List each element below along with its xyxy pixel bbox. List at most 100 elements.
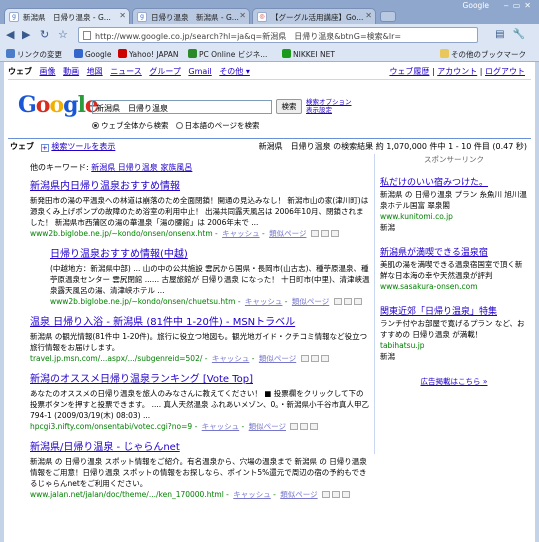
- google-favicon-icon: g: [137, 12, 147, 22]
- similar-link[interactable]: 類似ページ: [249, 422, 286, 431]
- remove-icon[interactable]: [310, 423, 319, 430]
- bookmark-item[interactable]: Google: [74, 49, 111, 59]
- new-tab-button[interactable]: [380, 11, 396, 22]
- advanced-search-link[interactable]: 検索オプション: [306, 98, 352, 106]
- address-bar[interactable]: http://www.google.co.jp/search?hl=ja&q=新…: [78, 27, 478, 43]
- page-content: ウェブ 画像 動画 地図 ニュース グループ Gmail その他 ▾ ウェブ履歴…: [0, 62, 539, 542]
- promote-icon[interactable]: [310, 355, 319, 362]
- gbar-news[interactable]: ニュース: [110, 67, 142, 76]
- comment-icon[interactable]: [300, 355, 309, 362]
- nikkei-icon: [282, 49, 291, 58]
- result-title[interactable]: 新潟のオススメ日帰り温泉ランキング [Vote Top]: [30, 373, 370, 386]
- promote-icon[interactable]: [332, 491, 341, 498]
- bookmark-label: リンクの変更: [17, 50, 62, 59]
- browser-chrome: g 新潟県 日帰り温泉 - G... ✕ g 日帰り温泉 新潟県 - G... …: [0, 0, 539, 62]
- window-title: Google: [462, 1, 489, 10]
- similar-link[interactable]: 類似ページ: [280, 490, 317, 499]
- logout-link[interactable]: ログアウト: [485, 67, 525, 76]
- tab-2[interactable]: g 日帰り温泉 新潟県 - G... ✕: [132, 8, 250, 24]
- remove-icon[interactable]: [320, 355, 329, 362]
- web-history-link[interactable]: ウェブ履歴: [389, 67, 429, 76]
- search-tools-link[interactable]: 検索ツールを表示: [51, 142, 115, 151]
- ad-text: 新潟県 の 日帰り温泉 プラン 糸魚川 旭川温泉ホテル国富 翠泉閣: [380, 190, 527, 210]
- cache-link[interactable]: キャッシュ: [245, 297, 283, 306]
- cache-link[interactable]: キャッシュ: [233, 490, 271, 499]
- result-title[interactable]: 温泉 日帰り入浴 - 新潟県 (81件中 1-20件) - MSNトラベル: [30, 316, 370, 329]
- close-icon[interactable]: ✕: [365, 11, 372, 20]
- google-logo[interactable]: Google: [18, 92, 99, 118]
- ad-title[interactable]: 関東近郊「日帰り温泉」特集: [380, 306, 528, 318]
- search-input[interactable]: 新潟県 日帰り温泉: [92, 100, 272, 114]
- sponsored-links: スポンサーリンク 私だけのいい宿みつけた。 新潟県 の 日帰り温泉 プラン 糸魚…: [380, 154, 528, 387]
- radio-ja-label: 日本語のページを検索: [184, 121, 260, 130]
- gbar-more[interactable]: その他 ▾: [219, 67, 250, 76]
- tab-3[interactable]: ◎ 【グーグル活用講座】Go... ✕: [252, 8, 376, 24]
- google-favicon-icon: g: [9, 12, 19, 22]
- similar-link[interactable]: 類似ページ: [292, 297, 329, 306]
- pc-online-icon: [188, 49, 197, 58]
- toolbar-menu-icons[interactable]: ▤🔧: [495, 29, 533, 40]
- promote-icon[interactable]: [343, 298, 352, 305]
- ad-title[interactable]: 新潟県が満喫できる温泉宿: [380, 247, 528, 259]
- comment-icon[interactable]: [322, 491, 331, 498]
- star-bookmark-icon[interactable]: ☆: [58, 28, 68, 42]
- close-icon[interactable]: ✕: [239, 11, 246, 20]
- ad-url: www.sasakura-onsen.com: [380, 282, 478, 291]
- result-url: hpcgi3.nifty.com/onsentabi/votec.cgi?no=…: [30, 422, 193, 431]
- result-url: www.jalan.net/jalan/doc/theme/.../ken_17…: [30, 490, 224, 499]
- preferences-link[interactable]: 表示設定: [306, 106, 352, 114]
- result-snippet: (中越地方：新潟県中部) ... 山の中の公共施設 雲尻から国県・長岡市(山古志…: [50, 264, 370, 295]
- ad-region: 新潟: [380, 223, 395, 232]
- bookmark-label: Yahoo! JAPAN: [129, 50, 179, 59]
- tab-3-label: 【グーグル活用講座】Go...: [271, 13, 364, 22]
- window-controls[interactable]: ‒▭✕: [504, 1, 535, 10]
- gbar-video[interactable]: 動画: [63, 67, 79, 76]
- bookmark-item[interactable]: リンクの変更: [6, 49, 62, 60]
- yahoo-icon: [118, 49, 127, 58]
- comment-icon[interactable]: [290, 423, 299, 430]
- bookmark-item[interactable]: PC Online ビジネ...: [188, 49, 267, 60]
- gbar-maps[interactable]: 地図: [87, 67, 103, 76]
- plus-icon[interactable]: +: [40, 144, 49, 152]
- remove-icon[interactable]: [342, 491, 351, 498]
- search-result: 新潟県内日帰り温泉おすすめ情報 新発田市の湯の平温泉への林道は崩落のため全面閉鎖…: [30, 180, 370, 239]
- result-url-line: www.jalan.net/jalan/doc/theme/.../ken_17…: [30, 489, 370, 500]
- radio-all-web[interactable]: [92, 122, 99, 129]
- tab-1[interactable]: g 新潟県 日帰り温泉 - G... ✕: [4, 8, 130, 24]
- cache-link[interactable]: キャッシュ: [202, 422, 240, 431]
- bookmark-item[interactable]: NIKKEI NET: [282, 49, 335, 59]
- gbar-groups[interactable]: グループ: [149, 67, 181, 76]
- reload-icon[interactable]: ↻: [40, 28, 49, 42]
- promote-icon[interactable]: [300, 423, 309, 430]
- search-button[interactable]: 検索: [276, 99, 302, 114]
- gbar-images[interactable]: 画像: [40, 67, 56, 76]
- ad-title[interactable]: 私だけのいい宿みつけた。: [380, 177, 528, 189]
- result-title[interactable]: 新潟県/日帰り温泉 - じゃらんnet: [30, 441, 370, 454]
- advertise-link[interactable]: 広告掲載はこちら »: [380, 376, 528, 387]
- result-snippet: 新潟県 の観光情報(81件中 1-20件)。旅行に役立つ地図も。観光地ガイド・ク…: [30, 332, 368, 352]
- result-snippet: 新潟県 の 日帰り温泉 スポット情報をご紹介。有名温泉から、穴場の温泉まで 新潟…: [30, 457, 367, 488]
- comment-icon[interactable]: [310, 230, 319, 237]
- other-bookmarks[interactable]: その他のブックマーク: [440, 49, 526, 60]
- bookmark-item[interactable]: Yahoo! JAPAN: [118, 49, 178, 59]
- account-link[interactable]: アカウント: [437, 67, 477, 76]
- search-result: 新潟県/日帰り温泉 - じゃらんnet 新潟県 の 日帰り温泉 スポット情報をご…: [30, 441, 370, 500]
- gbar-gmail[interactable]: Gmail: [188, 67, 211, 76]
- remove-icon[interactable]: [330, 230, 339, 237]
- radio-japanese[interactable]: [175, 122, 183, 129]
- result-title[interactable]: 新潟県内日帰り温泉おすすめ情報: [30, 180, 370, 193]
- search-scope: ウェブ全体から検索 日本語のページを検索: [92, 120, 260, 131]
- bookmark-label: PC Online ビジネ...: [199, 50, 268, 59]
- similar-link[interactable]: 類似ページ: [259, 354, 296, 363]
- related-terms-link[interactable]: 新潟県 日帰り温泉 家族風呂: [91, 163, 192, 172]
- result-title[interactable]: 日帰り温泉おすすめ情報(中越): [50, 248, 370, 261]
- cache-link[interactable]: キャッシュ: [222, 229, 260, 238]
- forward-arrow-icon[interactable]: ▶: [22, 28, 30, 42]
- back-arrow-icon[interactable]: ◀: [6, 28, 14, 42]
- remove-icon[interactable]: [353, 298, 362, 305]
- close-icon[interactable]: ✕: [119, 11, 126, 20]
- comment-icon[interactable]: [333, 298, 342, 305]
- promote-icon[interactable]: [320, 230, 329, 237]
- cache-link[interactable]: キャッシュ: [212, 354, 250, 363]
- similar-link[interactable]: 類似ページ: [269, 229, 306, 238]
